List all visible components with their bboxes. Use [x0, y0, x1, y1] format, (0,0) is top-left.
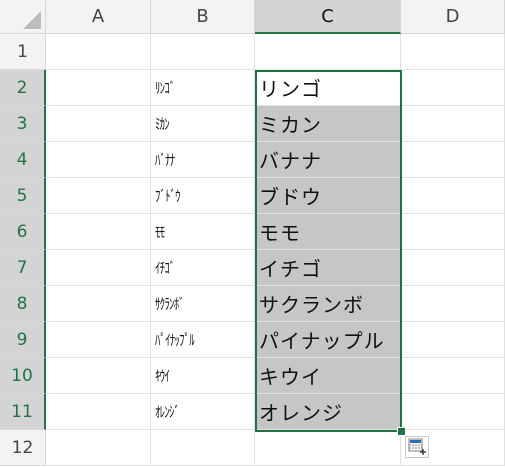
cell-b3-text: ﾐｶﾝ — [155, 115, 170, 133]
cell-c8[interactable]: サクランボ — [255, 286, 401, 322]
row-header-2[interactable]: 2 — [0, 70, 46, 106]
cell-c4[interactable]: バナナ — [255, 142, 401, 178]
cell-b9[interactable]: ﾊﾟｲﾅｯﾌﾟﾙ — [151, 322, 255, 358]
column-header-b[interactable]: B — [151, 0, 255, 34]
cell-c2-active[interactable]: リンゴ — [255, 70, 401, 106]
cell-d4[interactable] — [401, 142, 505, 178]
row-header-1[interactable]: 1 — [0, 34, 46, 70]
cell-b8[interactable]: ｻｸﾗﾝﾎﾞ — [151, 286, 255, 322]
cell-b10-text: ｷｳｲ — [155, 367, 170, 385]
row-header-3[interactable]: 3 — [0, 106, 46, 142]
cell-d6[interactable] — [401, 214, 505, 250]
cell-b6-text: ﾓﾓ — [155, 223, 165, 241]
cell-d10[interactable] — [401, 358, 505, 394]
select-all-triangle-icon — [23, 11, 41, 29]
cell-a10[interactable] — [46, 358, 151, 394]
row-header-5[interactable]: 5 — [0, 178, 46, 214]
cell-a3[interactable] — [46, 106, 151, 142]
cell-c11[interactable]: オレンジ — [255, 394, 401, 430]
select-all-button[interactable] — [0, 0, 46, 34]
row-header-6[interactable]: 6 — [0, 214, 46, 250]
cell-d2[interactable] — [401, 70, 505, 106]
row-header-4[interactable]: 4 — [0, 142, 46, 178]
cell-b6[interactable]: ﾓﾓ — [151, 214, 255, 250]
column-header-c[interactable]: C — [255, 0, 401, 34]
cell-a5[interactable] — [46, 178, 151, 214]
cell-b4[interactable]: ﾊﾞﾅﾅ — [151, 142, 255, 178]
row-header-8[interactable]: 8 — [0, 286, 46, 322]
cell-d3[interactable] — [401, 106, 505, 142]
cell-b12[interactable] — [151, 430, 255, 466]
spreadsheet-grid: A B C D 1 2 3 4 5 6 7 8 9 10 11 12 ﾘﾝｺﾞ … — [0, 0, 505, 467]
row-header-12[interactable]: 12 — [0, 430, 46, 466]
cell-b11-text: ｵﾚﾝｼﾞ — [155, 403, 180, 421]
cell-a4[interactable] — [46, 142, 151, 178]
cell-d7[interactable] — [401, 250, 505, 286]
cell-c5[interactable]: ブドウ — [255, 178, 401, 214]
cell-a12[interactable] — [46, 430, 151, 466]
cell-b1[interactable] — [151, 34, 255, 70]
quick-analysis-icon — [408, 438, 426, 455]
cell-b11[interactable]: ｵﾚﾝｼﾞ — [151, 394, 255, 430]
cell-b2-text: ﾘﾝｺﾞ — [155, 79, 175, 97]
cell-a9[interactable] — [46, 322, 151, 358]
cell-a11[interactable] — [46, 394, 151, 430]
cell-c6[interactable]: モモ — [255, 214, 401, 250]
cell-b7-text: ｲﾁｺﾞ — [155, 259, 175, 277]
cell-a1[interactable] — [46, 34, 151, 70]
cell-b5[interactable]: ﾌﾞﾄﾞｳ — [151, 178, 255, 214]
cell-b4-text: ﾊﾞﾅﾅ — [155, 151, 175, 169]
cell-b5-text: ﾌﾞﾄﾞｳ — [155, 187, 181, 205]
cell-a7[interactable] — [46, 250, 151, 286]
cell-b9-text: ﾊﾟｲﾅｯﾌﾟﾙ — [155, 331, 195, 349]
cell-b10[interactable]: ｷｳｲ — [151, 358, 255, 394]
cell-b8-text: ｻｸﾗﾝﾎﾞ — [155, 295, 185, 313]
cell-d1[interactable] — [401, 34, 505, 70]
cell-a8[interactable] — [46, 286, 151, 322]
cell-c10[interactable]: キウイ — [255, 358, 401, 394]
cell-d5[interactable] — [401, 178, 505, 214]
cell-d9[interactable] — [401, 322, 505, 358]
row-header-9[interactable]: 9 — [0, 322, 46, 358]
cell-c12[interactable] — [255, 430, 401, 466]
row-header-11[interactable]: 11 — [0, 394, 46, 430]
column-header-d[interactable]: D — [401, 0, 505, 34]
cell-a2[interactable] — [46, 70, 151, 106]
cell-b3[interactable]: ﾐｶﾝ — [151, 106, 255, 142]
cell-c9[interactable]: パイナップル — [255, 322, 401, 358]
cell-c7[interactable]: イチゴ — [255, 250, 401, 286]
cell-b2[interactable]: ﾘﾝｺﾞ — [151, 70, 255, 106]
fill-handle[interactable] — [397, 427, 406, 436]
cell-c1[interactable] — [255, 34, 401, 70]
row-header-10[interactable]: 10 — [0, 358, 46, 394]
column-header-a[interactable]: A — [46, 0, 151, 34]
cell-d11[interactable] — [401, 394, 505, 430]
cell-d8[interactable] — [401, 286, 505, 322]
row-header-7[interactable]: 7 — [0, 250, 46, 286]
cell-a6[interactable] — [46, 214, 151, 250]
quick-analysis-button[interactable] — [405, 436, 429, 458]
cell-b7[interactable]: ｲﾁｺﾞ — [151, 250, 255, 286]
cell-c3[interactable]: ミカン — [255, 106, 401, 142]
